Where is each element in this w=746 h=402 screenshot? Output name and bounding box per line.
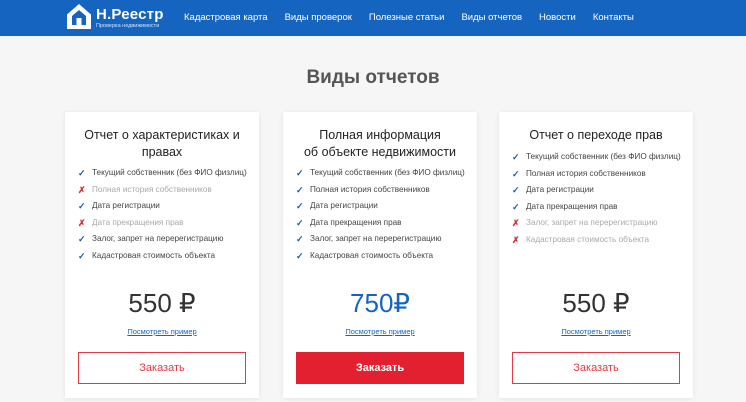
feature-text: Текущий собственник (без ФИО физлиц): [526, 152, 681, 161]
nav-articles[interactable]: Полезные статьи: [369, 12, 445, 23]
feature-item: ✗ Залог, запрет на перерегистрацию: [512, 218, 687, 229]
feature-item: ✓ Текущий собственник (без ФИО физлиц): [78, 168, 253, 179]
sample-link[interactable]: Посмотреть пример: [65, 327, 259, 336]
feature-item: ✗ Дата прекращения прав: [78, 218, 253, 229]
card-title-line: Отчет о характеристиках и: [84, 128, 240, 142]
check-icon: ✓: [296, 201, 304, 211]
feature-item: ✓ Дата регистрации: [78, 201, 253, 212]
feature-text: Кадастровая стоимость объекта: [92, 250, 216, 260]
sample-link[interactable]: Посмотреть пример: [283, 327, 477, 336]
feature-item: ✓ Кадастровая стоимость объекта: [296, 251, 471, 262]
feature-item: ✓ Дата прекращения прав: [296, 218, 471, 229]
nav-cadastral-map[interactable]: Кадастровая карта: [184, 12, 268, 23]
card-title: Отчет о переходе прав: [507, 127, 685, 144]
cross-icon: ✗: [512, 234, 520, 245]
feature-text: Дата регистрации: [526, 185, 594, 194]
order-button[interactable]: Заказать: [78, 352, 246, 384]
feature-text: Дата регистрации: [310, 201, 378, 210]
brand-name[interactable]: Н.Реестр: [96, 6, 164, 23]
report-card: Отчет о переходе прав ✓ Текущий собственни…: [499, 112, 693, 398]
check-icon: ✓: [78, 234, 86, 244]
house-logo-icon[interactable]: [66, 3, 92, 30]
check-icon: ✓: [512, 168, 520, 179]
nav-contacts[interactable]: Контакты: [593, 12, 634, 23]
feature-item: ✓ Дата регистрации: [512, 185, 687, 196]
check-icon: ✓: [296, 168, 304, 178]
feature-item: ✓ Текущий собственник (без ФИО физлиц): [512, 152, 687, 163]
cross-icon: ✗: [512, 218, 520, 228]
feature-item: ✓ Кадастровая стоимость объекта: [78, 251, 253, 262]
nav-news[interactable]: Новости: [539, 12, 576, 23]
check-icon: ✓: [296, 217, 304, 228]
feature-text: Залог, запрет на перерегистрацию: [92, 234, 224, 243]
feature-text: Текущий собственник (без ФИО физлиц): [92, 168, 247, 177]
feature-text: Дата регистрации: [92, 201, 160, 210]
price: 550 ₽: [562, 288, 630, 318]
feature-text: Дата прекращения прав: [310, 217, 402, 227]
check-icon: ✓: [512, 201, 520, 212]
feature-text: Полная история собственников: [526, 168, 646, 178]
feature-list: ✓ Текущий собственник (без ФИО физлиц) ✓ По…: [296, 168, 471, 267]
order-button[interactable]: Заказать: [512, 352, 680, 384]
nav-report-types[interactable]: Виды отчетов: [461, 12, 522, 23]
feature-item: ✗ Кадастровая стоимость объекта: [512, 235, 687, 246]
nav-check-types[interactable]: Виды проверок: [285, 12, 352, 23]
feature-text: Дата прекращения прав: [92, 217, 184, 227]
feature-item: ✓ Залог, запрет на перерегистрацию: [296, 234, 471, 245]
card-title-line: Отчет о переходе прав: [529, 128, 663, 142]
feature-item: ✓ Полная история собственников: [512, 169, 687, 180]
card-title-line: правах: [141, 145, 183, 159]
check-icon: ✓: [512, 185, 520, 195]
check-icon: ✓: [78, 201, 86, 211]
feature-item: ✓ Текущий собственник (без ФИО физлиц): [296, 168, 471, 179]
price: 550 ₽: [128, 288, 196, 318]
top-nav-bar: Н.Реестр Проверка недвижимости Кадастров…: [0, 0, 746, 36]
feature-text: Полная история собственников: [310, 184, 430, 194]
brand-subtitle: Проверка недвижимости: [96, 23, 160, 29]
card-title-line: об объекте недвижимости: [303, 145, 456, 159]
feature-list: ✓ Текущий собственник (без ФИО физлиц) ✓ По…: [512, 152, 687, 251]
check-icon: ✓: [512, 152, 520, 162]
feature-item: ✗ Полная история собственников: [78, 185, 253, 196]
feature-item: ✓ Полная история собственников: [296, 185, 471, 196]
check-icon: ✓: [78, 250, 86, 261]
cross-icon: ✗: [78, 217, 86, 228]
report-card: Отчет о характеристиках и правах ✓ Текущий …: [65, 112, 259, 398]
card-title-line: Полная информация: [319, 128, 441, 142]
check-icon: ✓: [78, 168, 86, 178]
order-button[interactable]: Заказать: [296, 352, 464, 384]
feature-item: ✓ Залог, запрет на перерегистрацию: [78, 234, 253, 245]
sample-link[interactable]: Посмотреть пример: [499, 327, 693, 336]
feature-text: Текущий собственник (без ФИО физлиц): [310, 168, 465, 177]
feature-text: Кадастровая стоимость объекта: [310, 250, 434, 260]
check-icon: ✓: [296, 234, 304, 244]
feature-item: ✓ Дата регистрации: [296, 201, 471, 212]
feature-text: Дата прекращения прав: [526, 201, 618, 211]
check-icon: ✓: [296, 250, 304, 261]
feature-text: Кадастровая стоимость объекта: [526, 234, 650, 244]
page-title: Виды отчетов: [306, 67, 440, 88]
feature-text: Полная история собственников: [92, 184, 212, 194]
price: 750₽: [350, 288, 410, 318]
main-nav: Кадастровая карта Виды проверок Полезные…: [184, 12, 651, 23]
feature-item: ✓ Дата прекращения прав: [512, 202, 687, 213]
feature-text: Залог, запрет на перерегистрацию: [526, 218, 658, 227]
card-title: Отчет о характеристиках и правах: [73, 127, 251, 161]
card-title: Полная информация об объекте недвижимости: [291, 127, 469, 161]
feature-text: Залог, запрет на перерегистрацию: [310, 234, 442, 243]
feature-list: ✓ Текущий собственник (без ФИО физлиц) ✗ По…: [78, 168, 253, 267]
cross-icon: ✗: [78, 184, 86, 195]
check-icon: ✓: [296, 184, 304, 195]
report-card: Полная информация об объекте недвижимости…: [283, 112, 477, 398]
